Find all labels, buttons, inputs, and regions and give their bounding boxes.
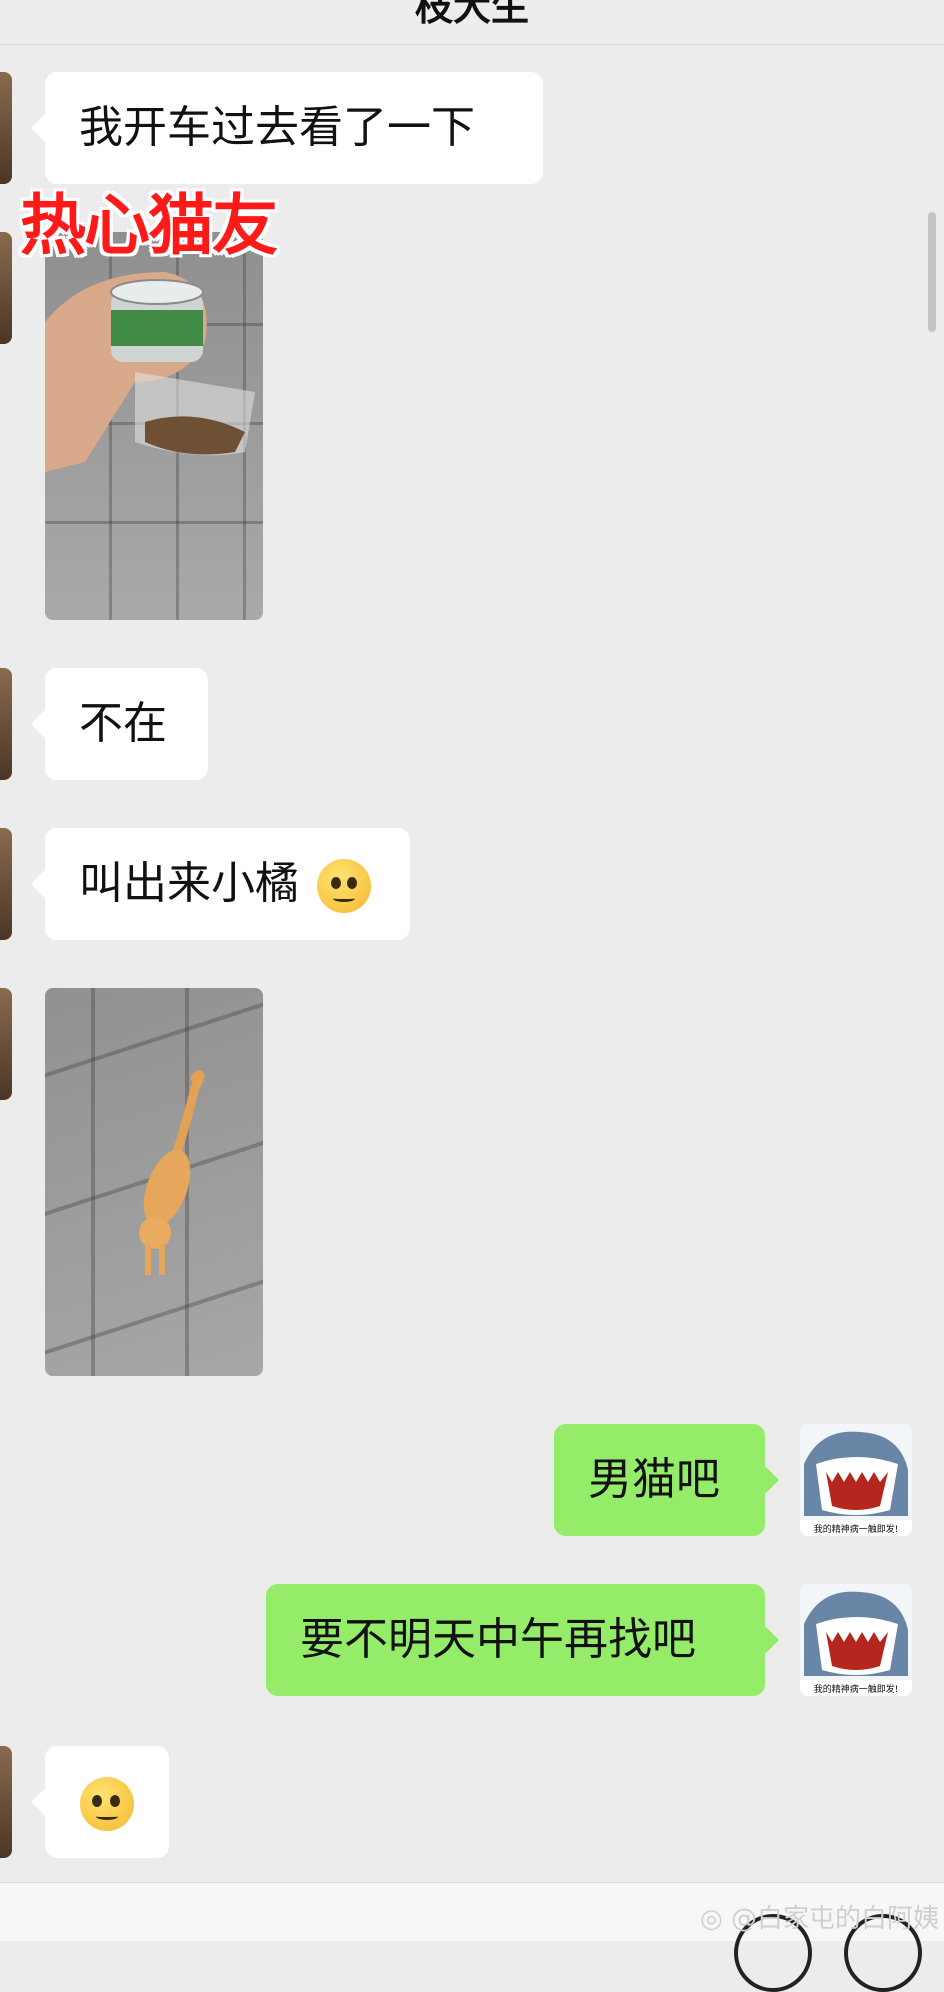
message-text: 我开车过去看了一下 [79, 102, 475, 153]
doraemon-avatar-icon: 我的精神病一触即发! [800, 1424, 912, 1535]
message-text: 男猫吧 [588, 1454, 720, 1505]
photo-orange-cat-message[interactable] [45, 988, 263, 1376]
chat-header: 枝大生 [0, 0, 944, 45]
message-text: 叫出来小橘 [79, 858, 299, 909]
outgoing-message-bubble[interactable]: 要不明天中午再找吧 [266, 1584, 779, 1696]
incoming-message-bubble[interactable]: 叫出来小橘 [31, 828, 410, 940]
sticker-caption: 热心猫友 [20, 187, 278, 264]
emoji-woozy-icon [317, 859, 371, 913]
my-avatar[interactable]: 我的精神病一触即发! [800, 1584, 912, 1696]
contact-avatar[interactable] [0, 828, 12, 940]
avatar-caption: 我的精神病一触即发! [814, 1523, 899, 1535]
my-avatar[interactable]: 我的精神病一触即发! [800, 1424, 912, 1536]
contact-avatar[interactable] [0, 232, 12, 344]
emoji-shrug-face-icon [80, 1777, 134, 1831]
doraemon-avatar-icon: 我的精神病一触即发! [800, 1584, 912, 1695]
avatar-caption: 我的精神病一触即发! [814, 1683, 899, 1695]
incoming-message-bubble[interactable] [31, 1746, 169, 1858]
orange-cat-image [139, 1070, 205, 1275]
photo-cat-food-message[interactable] [45, 232, 263, 620]
message-text: 不在 [79, 698, 167, 749]
weibo-logo-icon: ◎ [700, 1904, 723, 1934]
contact-avatar[interactable] [0, 1746, 12, 1858]
hand-holding-can-image [45, 272, 255, 472]
contact-avatar[interactable] [0, 988, 12, 1100]
scrollbar[interactable] [928, 212, 936, 332]
incoming-message-bubble[interactable]: 我开车过去看了一下 [31, 72, 543, 184]
contact-avatar[interactable] [0, 72, 12, 184]
watermark-text: @白家屯的白阿姨 [730, 1904, 939, 1934]
outgoing-message-bubble[interactable]: 男猫吧 [554, 1424, 779, 1536]
chat-title: 枝大生 [414, 0, 529, 29]
message-text: 要不明天中午再找吧 [300, 1614, 696, 1665]
watermark: ◎ @白家屯的白阿姨 [700, 1898, 939, 1935]
contact-avatar[interactable] [0, 668, 12, 780]
incoming-message-bubble[interactable]: 不在 [31, 668, 208, 780]
